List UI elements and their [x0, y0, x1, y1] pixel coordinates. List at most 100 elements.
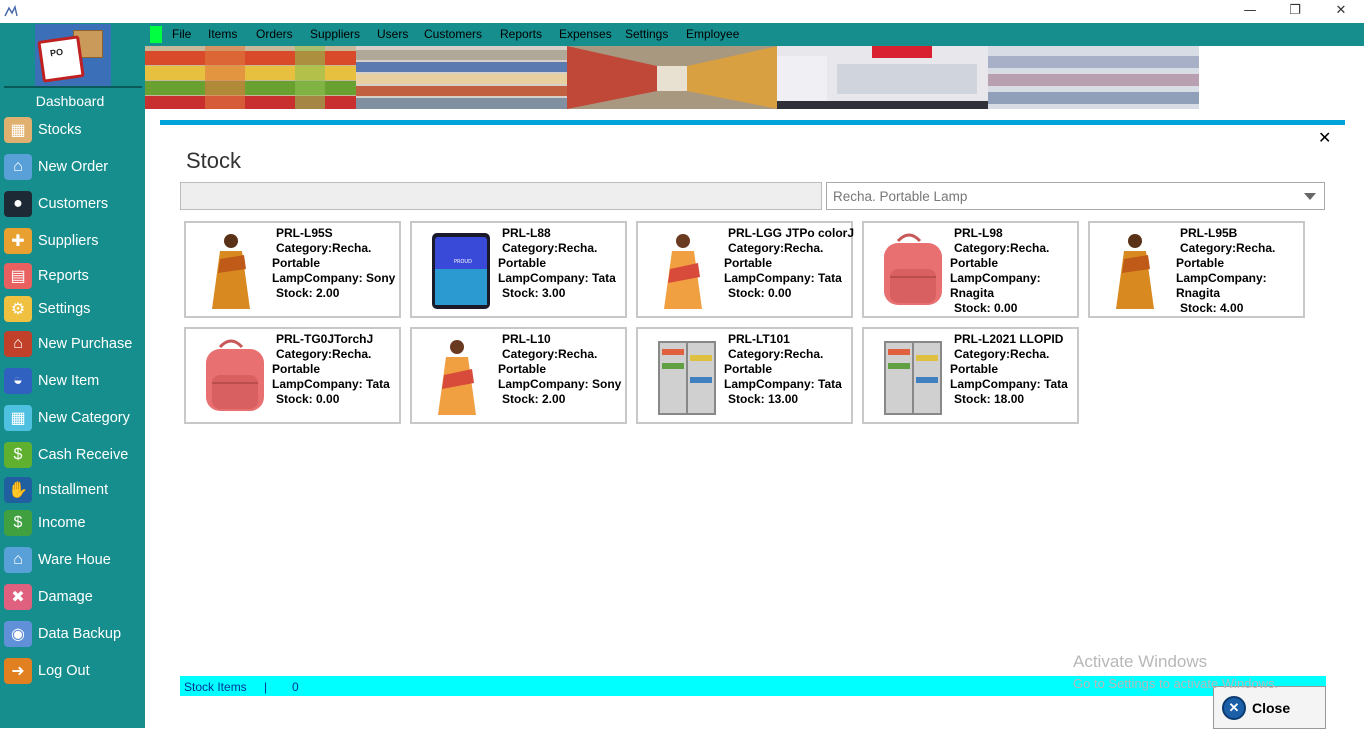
- sidebar-item-stocks[interactable]: ▦ Stocks: [4, 115, 144, 145]
- product-image: [198, 229, 264, 309]
- database-icon: ◉: [4, 621, 32, 647]
- sidebar-item-label: Log Out: [38, 663, 90, 679]
- menu-customers[interactable]: Customers: [424, 27, 482, 41]
- sidebar-item-log-out[interactable]: ➜ Log Out: [4, 656, 144, 686]
- product-code: PRL-LGG JTPo colorJ: [728, 226, 855, 240]
- stocks-icon: ▦: [4, 117, 32, 143]
- menu-bar: File Items Orders Suppliers Users Customers Re…: [145, 23, 1364, 46]
- status-count: 0: [292, 680, 299, 694]
- sidebar-item-new-order[interactable]: ⌂ New Order: [4, 152, 144, 182]
- product-stock: Stock: 18.00: [954, 392, 1025, 406]
- product-detail: Category:Recha.: [502, 241, 598, 255]
- product-card[interactable]: PRL-LT101 Category:Recha. Portable LampComp…: [636, 327, 853, 424]
- category-select-value: Recha. Portable Lamp: [833, 189, 968, 204]
- product-code: PRL-L95S: [276, 226, 333, 240]
- product-info: PRL-L98 Category:Recha. Portable LampCompan…: [950, 226, 1076, 316]
- sidebar-item-label: Cash Receive: [38, 447, 129, 463]
- product-stock: Stock: 0.00: [954, 301, 1018, 315]
- activation-watermark: Activate Windows Go to Settings to activ…: [1073, 652, 1278, 691]
- product-detail: Rnagita: [1176, 286, 1221, 300]
- sidebar-item-cash-receive[interactable]: $ Cash Receive: [4, 440, 144, 470]
- close-button[interactable]: ✕ Close: [1213, 686, 1326, 729]
- sidebar-item-data-backup[interactable]: ◉ Data Backup: [4, 619, 144, 649]
- menu-employee[interactable]: Employee: [686, 27, 739, 41]
- window-title-bar: — ❐ ✕: [0, 0, 1364, 23]
- product-card[interactable]: PRL-L95S Category:Recha. Portable LampCompa…: [184, 221, 401, 318]
- sidebar-item-label: New Order: [38, 159, 109, 175]
- product-image: [424, 335, 490, 415]
- menu-suppliers[interactable]: Suppliers: [310, 27, 360, 41]
- stock-panel: ✕ Stock Recha. Portable Lamp PRL-L95S Cat…: [160, 120, 1345, 729]
- product-detail: LampCompany: Sony: [498, 377, 622, 391]
- panel-close-icon[interactable]: ✕: [1318, 128, 1331, 147]
- watermark-title: Activate Windows: [1073, 652, 1208, 671]
- product-card[interactable]: PRL-L10 Category:Recha. Portable LampCompan…: [410, 327, 627, 424]
- product-detail: Category:Recha.: [954, 347, 1050, 361]
- sidebar-item-damage[interactable]: ✖ Damage: [4, 582, 144, 612]
- sidebar: PO Dashboard ▦ Stocks ⌂ New Order ● Customers…: [0, 23, 145, 728]
- product-detail: Category:Recha.: [728, 241, 824, 255]
- sidebar-item-label: Installment: [38, 482, 109, 498]
- menu-settings[interactable]: Settings: [625, 27, 668, 41]
- warehouse-icon: ⌂: [4, 547, 32, 573]
- product-detail: Category:Recha.: [276, 347, 372, 361]
- report-icon: ▤: [4, 263, 32, 289]
- product-stock: Stock: 2.00: [502, 392, 566, 406]
- menu-orders[interactable]: Orders: [256, 27, 293, 41]
- status-separator: |: [264, 680, 268, 694]
- product-info: PRL-L2021 LLOPID Category:Recha. Portable L…: [950, 332, 1076, 407]
- product-detail: Portable: [1176, 256, 1225, 270]
- product-image: [876, 335, 942, 415]
- product-image: [650, 335, 716, 415]
- product-card[interactable]: PROUD PRL-L88 Category:Recha. Portable LampC…: [410, 221, 627, 318]
- sidebar-item-suppliers[interactable]: ✚ Suppliers: [4, 226, 144, 256]
- product-card[interactable]: PRL-L95B Category:Recha. Portable LampCompa…: [1088, 221, 1305, 318]
- restore-button[interactable]: ❐: [1285, 2, 1305, 20]
- product-card[interactable]: PRL-L2021 LLOPID Category:Recha. Portable L…: [862, 327, 1079, 424]
- sidebar-item-new-item[interactable]: ◒ New Item: [4, 366, 144, 396]
- product-detail: LampCompany: Tata: [724, 271, 842, 285]
- product-stock: Stock: 0.00: [728, 286, 792, 300]
- sidebar-item-label: Data Backup: [38, 626, 122, 642]
- svg-text:PROUD: PROUD: [454, 259, 472, 265]
- menu-users[interactable]: Users: [377, 27, 408, 41]
- sidebar-item-reports[interactable]: ▤ Reports: [4, 261, 144, 291]
- sidebar-dashboard[interactable]: Dashboard: [0, 93, 140, 109]
- product-card[interactable]: PRL-L98 Category:Recha. Portable LampCompan…: [862, 221, 1079, 318]
- menu-items[interactable]: Items: [208, 27, 237, 41]
- minimize-button[interactable]: —: [1240, 2, 1260, 20]
- person-icon: ●: [4, 191, 32, 217]
- product-detail: Category:Recha.: [728, 347, 824, 361]
- product-detail: LampCompany:: [1176, 271, 1267, 285]
- product-detail: LampCompany:: [950, 271, 1041, 285]
- settings-icon: ⚙: [4, 296, 32, 322]
- sidebar-item-new-category[interactable]: ▦ New Category: [4, 403, 144, 433]
- menu-file[interactable]: File: [172, 27, 191, 41]
- sidebar-item-customers[interactable]: ● Customers: [4, 189, 144, 219]
- window-close-button[interactable]: ✕: [1331, 2, 1351, 20]
- status-label: Stock Items: [184, 680, 247, 694]
- sidebar-item-income[interactable]: $ Income: [4, 508, 144, 538]
- product-info: PRL-L10 Category:Recha. Portable LampCompan…: [498, 332, 624, 407]
- product-detail: Category:Recha.: [502, 347, 598, 361]
- search-input[interactable]: [180, 182, 822, 210]
- menu-expenses[interactable]: Expenses: [559, 27, 612, 41]
- sidebar-item-label: New Category: [38, 410, 130, 426]
- sidebar-item-installment[interactable]: ✋ Installment: [4, 475, 144, 505]
- product-info: PRL-L95B Category:Recha. Portable LampCompa…: [1176, 226, 1302, 316]
- sidebar-item-ware-houe[interactable]: ⌂ Ware Houe: [4, 545, 144, 575]
- purchase-order-icon: PO: [37, 35, 85, 83]
- product-info: PRL-L95S Category:Recha. Portable LampCompa…: [272, 226, 398, 301]
- menu-reports[interactable]: Reports: [500, 27, 542, 41]
- chevron-down-icon[interactable]: [1304, 193, 1316, 200]
- product-card[interactable]: PRL-LGG JTPo colorJ Category:Recha. Portab…: [636, 221, 855, 318]
- product-image: PROUD: [424, 229, 490, 309]
- sidebar-item-settings[interactable]: ⚙ Settings: [4, 294, 144, 324]
- product-stock: Stock: 0.00: [276, 392, 340, 406]
- product-code: PRL-L10: [502, 332, 551, 346]
- category-select[interactable]: Recha. Portable Lamp: [826, 182, 1325, 210]
- product-detail: Portable: [724, 362, 773, 376]
- sidebar-item-new-purchase[interactable]: ⌂ New Purchase: [4, 329, 144, 359]
- product-code: PRL-L2021 LLOPID: [954, 332, 1064, 346]
- product-card[interactable]: PRL-TG0JTorchJ Category:Recha. Portable Lam…: [184, 327, 401, 424]
